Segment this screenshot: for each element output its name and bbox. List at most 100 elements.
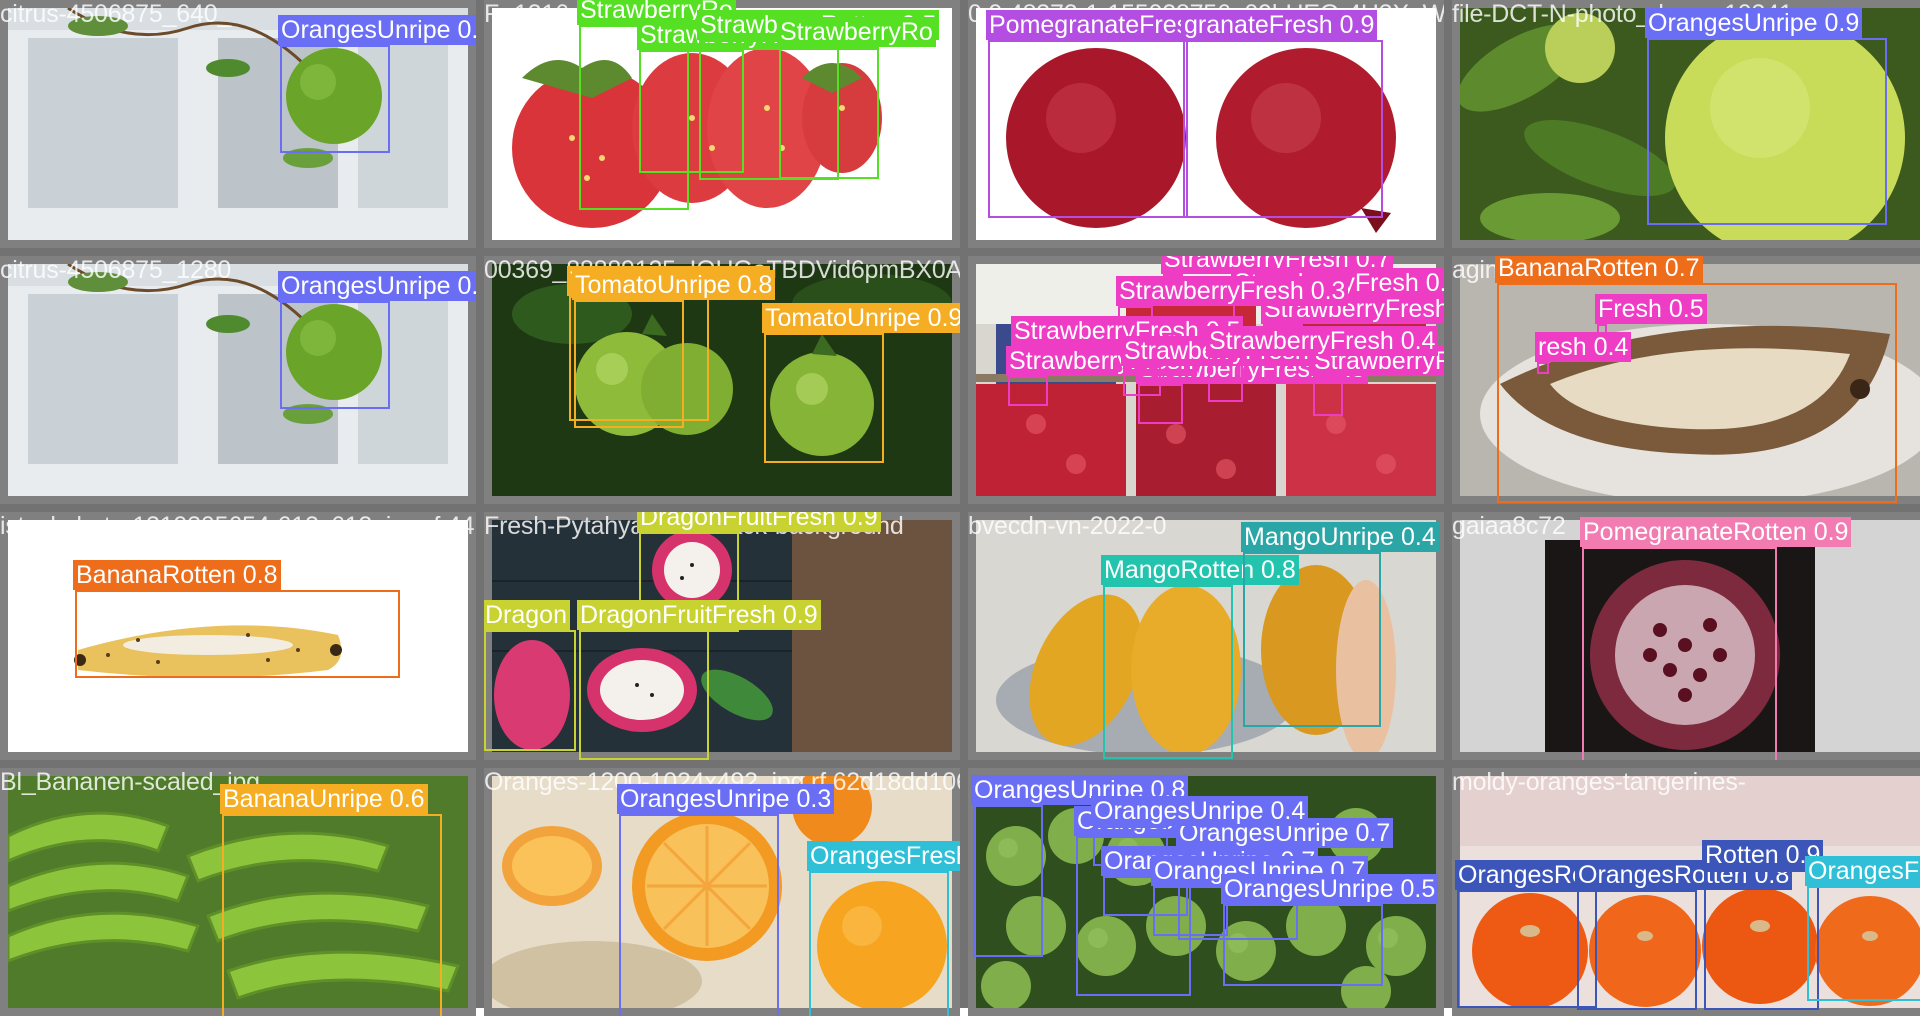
image-tile: gaiaa8c72 PomegranateRotten 0.9 [1452,512,1920,760]
detection: OrangesUnripe 0.8 [971,775,1189,957]
detection: StrawberryFresh 0.4 [1206,326,1439,402]
bounding-box [1807,886,1920,1001]
detection: PomegranateFresh 0.9 [986,10,1248,218]
image-tile: Bl_Bananen-scaled_jpg BananaUnripe 0.6 [0,768,476,1016]
detection-label: TomatoUnripe 0.9 [762,303,960,333]
detection-label: DragonFruitFresh 0.9 [637,512,881,532]
bounding-box [1208,356,1243,402]
detection: StrawberryFresh 0.5 [1311,346,1444,416]
image-filename: Fr 1216 [484,0,569,28]
bounding-box [1577,890,1697,1010]
bounding-box [619,814,779,1016]
bounding-box [1123,366,1161,396]
image-tile: file-DCT-N-photo_dxpm_10341 OrangesUnripe… [1452,0,1920,248]
bounding-box [1153,886,1228,936]
detection: Dragon [484,600,576,751]
detection: TomatoUnripe 0.9 [762,303,960,463]
detection: TomatoUnripe 0.8 [572,270,776,428]
detection: Rotten 0.9 [1702,840,1824,1010]
detection-label: OrangesUnripe 0.9 [1645,8,1863,38]
detection-label: OrangesUnripe 0.9 [278,15,476,45]
detection-label: OrangesUnripe 0.9 [278,271,476,301]
image-tile: citrus-4506875_640_ OrangesUnripe 0.9 [0,0,476,248]
detection-label: OrangesUnripe 0.4 [1091,796,1309,826]
image-tile: aging.rf.0a9BananaRotten 0.7Fresh 0.5res… [1452,256,1920,504]
bounding-box [280,301,390,409]
image-tile: StrawberryFresh 0.7StrawberryFresh 0.4St… [968,256,1444,504]
image-filename: citrus-4506875_1280 [0,256,232,284]
detection: PomegranateRotten 0.9 [1580,517,1852,760]
image-filename: citrus-4506875_640_ [0,0,232,28]
detection-label: TomatoUnripe 0.8 [572,270,776,300]
image-tile: OrangesUnripe 0.8OrangesUnripe 0.8Orange… [968,768,1444,1016]
detection-label: Fresh 0.5 [1595,294,1707,324]
bounding-box [1223,904,1383,986]
bounding-box [1008,376,1048,406]
detection: StrawberryFresh [1006,346,1197,406]
image-tile: Oranges-1200-1024x492_jpg.rf.62d18dd1061… [484,768,960,1016]
detection: resh 0.4 [1535,332,1632,374]
image-filename: bvecdn-vn-2022-0 [968,512,1167,540]
detection-label: BananaUnripe 0.6 [220,784,428,814]
detection-label: OrangesUnripe 0.5 [1221,874,1439,904]
detection: DragonFruitFresh 0.9 [577,600,821,760]
detection-label: StrawberryFresh 0.4 [1206,326,1439,356]
bounding-box [809,871,949,1016]
bounding-box [1647,38,1887,225]
image-filename: moldy-oranges-tangerines- [1452,768,1746,796]
bounding-box [574,300,684,428]
image-tile: 0.9 48372-1-155028756_09hHEGr4H3XeWHPast… [968,0,1444,248]
image-tile: bvecdn-vn-2022-0 MangoRotten 0.8 MangoUnri… [968,512,1444,760]
detection: StrawberryFresh 0.3 0.4 [1121,336,1396,396]
image-filename: gaiaa8c72 [1452,512,1566,540]
image-filename: istockphoto-1319305654-612x612_jpg.rf.44 [0,512,475,540]
bounding-box [579,630,709,760]
detection: OrangesRotten 0.8 [1575,860,1793,1010]
detection: MangoRotten 0.8 [1101,555,1299,759]
detection-label: PomegranateRotten 0.9 [1580,517,1852,547]
detection: OrangesUnripe 0.9 [278,15,476,153]
detection: MangoUnripe 0.4 [1241,522,1439,727]
detection-label: DragonFruitFresh 0.9 [577,600,821,630]
detection: OrangesFresh 0.8 [807,841,960,1016]
bounding-box [1103,585,1233,759]
image-tile: Fresh-Pytahya-on-a-black-backgroundDrago… [484,512,960,760]
image-tile: Fr 1216StrawberryRoStrawberryRotten 0.5S… [484,0,960,248]
detection-label: MangoUnripe 0.4 [1241,522,1439,552]
detection-label: granateFresh 0.9 [1181,10,1378,40]
bounding-box [1457,890,1597,1008]
detection: OrangesUnripe 0.3 [617,784,835,1016]
detection: OrangesUnripe 0.7 [1151,856,1369,936]
image-tile: moldy-oranges-tangerines- OrangesRotten 0… [1452,768,1920,1016]
detection: BananaUnripe 0.6 [220,784,442,1016]
image-tile: istockphoto-1319305654-612x612_jpg.rf.44… [0,512,476,760]
bounding-box [1537,362,1549,374]
bounding-box [779,47,879,179]
bounding-box [75,590,400,678]
detection-label: BananaRotten 0.8 [73,560,281,590]
detection-label: BananaRotten 0.7 [1495,256,1703,283]
detection: OrangesUnripe 0.9 [1645,8,1887,225]
detection-label: OrangesUnripe 0.3 [617,784,835,814]
bounding-box [1183,40,1383,218]
detection: OrangesUnripe 0.5 [1221,874,1439,986]
bounding-box [222,814,442,1016]
bounding-box [973,805,1043,957]
image-tile: 00369_88889125_IQHGaTBDVid6pmBX0Av09RRXT… [484,256,960,504]
detection-label: StrawberryFresh 0.3 [1116,276,1349,306]
detection-label: Dragon [484,600,570,630]
bounding-box [484,630,576,751]
bounding-box [988,40,1188,218]
detection-label: resh 0.4 [1535,332,1632,362]
bounding-box [1313,376,1343,416]
detection-label: OrangesF [1805,856,1920,886]
bounding-box [764,333,884,463]
image-tile: citrus-4506875_1280 OrangesUnripe 0.9 [0,256,476,504]
detection: granateFresh 0.9 [1181,10,1383,218]
bounding-box [280,45,390,153]
bounding-box [1704,870,1819,1010]
detection-label: OrangesFresh 0.8 [807,841,960,871]
detection-label: StrawberryRo [777,17,936,47]
detection: OrangesF [1805,856,1920,1001]
detection: OrangesUnripe 0.9 [278,271,476,409]
